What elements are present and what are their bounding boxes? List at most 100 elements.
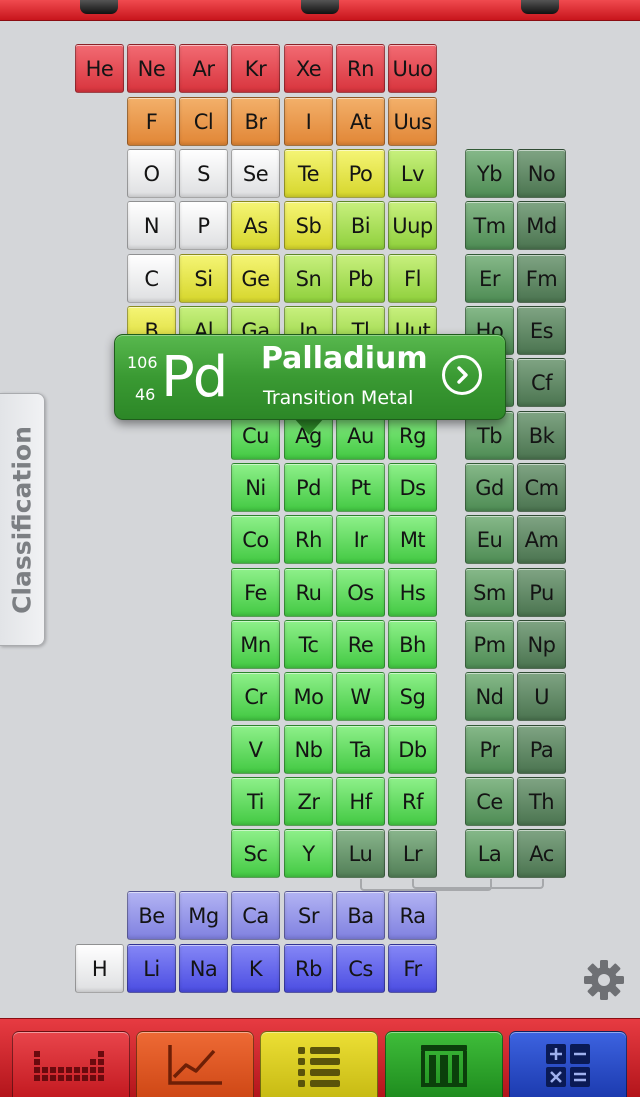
element-tile-tm[interactable]: Tm bbox=[465, 201, 514, 250]
element-tile-kr[interactable]: Kr bbox=[231, 44, 280, 93]
element-tile-f[interactable]: F bbox=[127, 97, 176, 146]
element-tile-ti[interactable]: Ti bbox=[231, 777, 280, 826]
element-tile-pr[interactable]: Pr bbox=[465, 725, 514, 774]
element-tile-sg[interactable]: Sg bbox=[388, 672, 437, 721]
element-tile-lr[interactable]: Lr bbox=[388, 829, 437, 878]
element-tile-db[interactable]: Db bbox=[388, 725, 437, 774]
element-tile-ru[interactable]: Ru bbox=[284, 568, 333, 617]
element-tile-yb[interactable]: Yb bbox=[465, 149, 514, 198]
element-tile-h[interactable]: H bbox=[75, 944, 124, 993]
classification-tab[interactable]: Classification bbox=[0, 393, 45, 646]
element-tile-rf[interactable]: Rf bbox=[388, 777, 437, 826]
element-tile-hf[interactable]: Hf bbox=[336, 777, 385, 826]
element-tile-y[interactable]: Y bbox=[284, 829, 333, 878]
element-tile-cl[interactable]: Cl bbox=[179, 97, 228, 146]
element-tile-ds[interactable]: Ds bbox=[388, 463, 437, 512]
element-tile-pu[interactable]: Pu bbox=[517, 568, 566, 617]
element-tile-ni[interactable]: Ni bbox=[231, 463, 280, 512]
element-tile-bk[interactable]: Bk bbox=[517, 411, 566, 460]
element-tile-rb[interactable]: Rb bbox=[284, 944, 333, 993]
element-tile-sc[interactable]: Sc bbox=[231, 829, 280, 878]
element-tile-fr[interactable]: Fr bbox=[388, 944, 437, 993]
element-tile-sn[interactable]: Sn bbox=[284, 254, 333, 303]
element-tile-uus[interactable]: Uus bbox=[388, 97, 437, 146]
element-tile-no[interactable]: No bbox=[517, 149, 566, 198]
element-tile-ra[interactable]: Ra bbox=[388, 891, 437, 940]
element-tile-ge[interactable]: Ge bbox=[231, 254, 280, 303]
element-tile-br[interactable]: Br bbox=[231, 97, 280, 146]
element-tile-pa[interactable]: Pa bbox=[517, 725, 566, 774]
element-tile-es[interactable]: Es bbox=[517, 306, 566, 355]
element-tile-na[interactable]: Na bbox=[179, 944, 228, 993]
element-tile-fe[interactable]: Fe bbox=[231, 568, 280, 617]
element-tile-md[interactable]: Md bbox=[517, 201, 566, 250]
gear-icon[interactable] bbox=[582, 958, 626, 1002]
element-tile-rh[interactable]: Rh bbox=[284, 515, 333, 564]
element-tile-eu[interactable]: Eu bbox=[465, 515, 514, 564]
element-tile-u[interactable]: U bbox=[517, 672, 566, 721]
element-tile-lv[interactable]: Lv bbox=[388, 149, 437, 198]
element-tile-nb[interactable]: Nb bbox=[284, 725, 333, 774]
element-tile-ir[interactable]: Ir bbox=[336, 515, 385, 564]
element-tile-v[interactable]: V bbox=[231, 725, 280, 774]
element-tile-be[interactable]: Be bbox=[127, 891, 176, 940]
element-tile-uuo[interactable]: Uuo bbox=[388, 44, 437, 93]
chevron-right-icon[interactable] bbox=[442, 355, 482, 395]
element-tile-la[interactable]: La bbox=[465, 829, 514, 878]
element-tile-mn[interactable]: Mn bbox=[231, 620, 280, 669]
element-tile-nd[interactable]: Nd bbox=[465, 672, 514, 721]
element-tile-si[interactable]: Si bbox=[179, 254, 228, 303]
element-tile-sr[interactable]: Sr bbox=[284, 891, 333, 940]
molecule-tab[interactable] bbox=[385, 1031, 503, 1097]
element-tile-as[interactable]: As bbox=[231, 201, 280, 250]
chart-tab[interactable] bbox=[136, 1031, 254, 1097]
element-tile-th[interactable]: Th bbox=[517, 777, 566, 826]
element-tile-k[interactable]: K bbox=[231, 944, 280, 993]
element-tile-ce[interactable]: Ce bbox=[465, 777, 514, 826]
element-tile-s[interactable]: S bbox=[179, 149, 228, 198]
element-tile-cr[interactable]: Cr bbox=[231, 672, 280, 721]
element-tile-at[interactable]: At bbox=[336, 97, 385, 146]
element-tile-n[interactable]: N bbox=[127, 201, 176, 250]
element-tile-ta[interactable]: Ta bbox=[336, 725, 385, 774]
element-tile-xe[interactable]: Xe bbox=[284, 44, 333, 93]
element-tile-zr[interactable]: Zr bbox=[284, 777, 333, 826]
element-tile-tc[interactable]: Tc bbox=[284, 620, 333, 669]
element-tile-sm[interactable]: Sm bbox=[465, 568, 514, 617]
element-tile-te[interactable]: Te bbox=[284, 149, 333, 198]
element-tile-ar[interactable]: Ar bbox=[179, 44, 228, 93]
element-tile-se[interactable]: Se bbox=[231, 149, 280, 198]
element-tile-ca[interactable]: Ca bbox=[231, 891, 280, 940]
element-tile-hs[interactable]: Hs bbox=[388, 568, 437, 617]
element-tile-pb[interactable]: Pb bbox=[336, 254, 385, 303]
element-tile-cf[interactable]: Cf bbox=[517, 358, 566, 407]
element-tile-pt[interactable]: Pt bbox=[336, 463, 385, 512]
element-tile-ba[interactable]: Ba bbox=[336, 891, 385, 940]
element-tile-er[interactable]: Er bbox=[465, 254, 514, 303]
element-tile-ne[interactable]: Ne bbox=[127, 44, 176, 93]
element-tile-pd[interactable]: Pd bbox=[284, 463, 333, 512]
element-tile-o[interactable]: O bbox=[127, 149, 176, 198]
element-tile-co[interactable]: Co bbox=[231, 515, 280, 564]
element-tile-bh[interactable]: Bh bbox=[388, 620, 437, 669]
element-tile-w[interactable]: W bbox=[336, 672, 385, 721]
element-tile-rn[interactable]: Rn bbox=[336, 44, 385, 93]
element-tile-sb[interactable]: Sb bbox=[284, 201, 333, 250]
element-tile-po[interactable]: Po bbox=[336, 149, 385, 198]
element-tile-i[interactable]: I bbox=[284, 97, 333, 146]
element-tile-os[interactable]: Os bbox=[336, 568, 385, 617]
element-tile-li[interactable]: Li bbox=[127, 944, 176, 993]
element-tile-fl[interactable]: Fl bbox=[388, 254, 437, 303]
element-tile-he[interactable]: He bbox=[75, 44, 124, 93]
element-tile-pm[interactable]: Pm bbox=[465, 620, 514, 669]
element-tile-ac[interactable]: Ac bbox=[517, 829, 566, 878]
element-tile-fm[interactable]: Fm bbox=[517, 254, 566, 303]
element-tile-cm[interactable]: Cm bbox=[517, 463, 566, 512]
list-tab[interactable] bbox=[260, 1031, 378, 1097]
element-tile-mg[interactable]: Mg bbox=[179, 891, 228, 940]
element-tile-mt[interactable]: Mt bbox=[388, 515, 437, 564]
element-tile-am[interactable]: Am bbox=[517, 515, 566, 564]
element-tile-mo[interactable]: Mo bbox=[284, 672, 333, 721]
element-tile-gd[interactable]: Gd bbox=[465, 463, 514, 512]
element-tile-p[interactable]: P bbox=[179, 201, 228, 250]
